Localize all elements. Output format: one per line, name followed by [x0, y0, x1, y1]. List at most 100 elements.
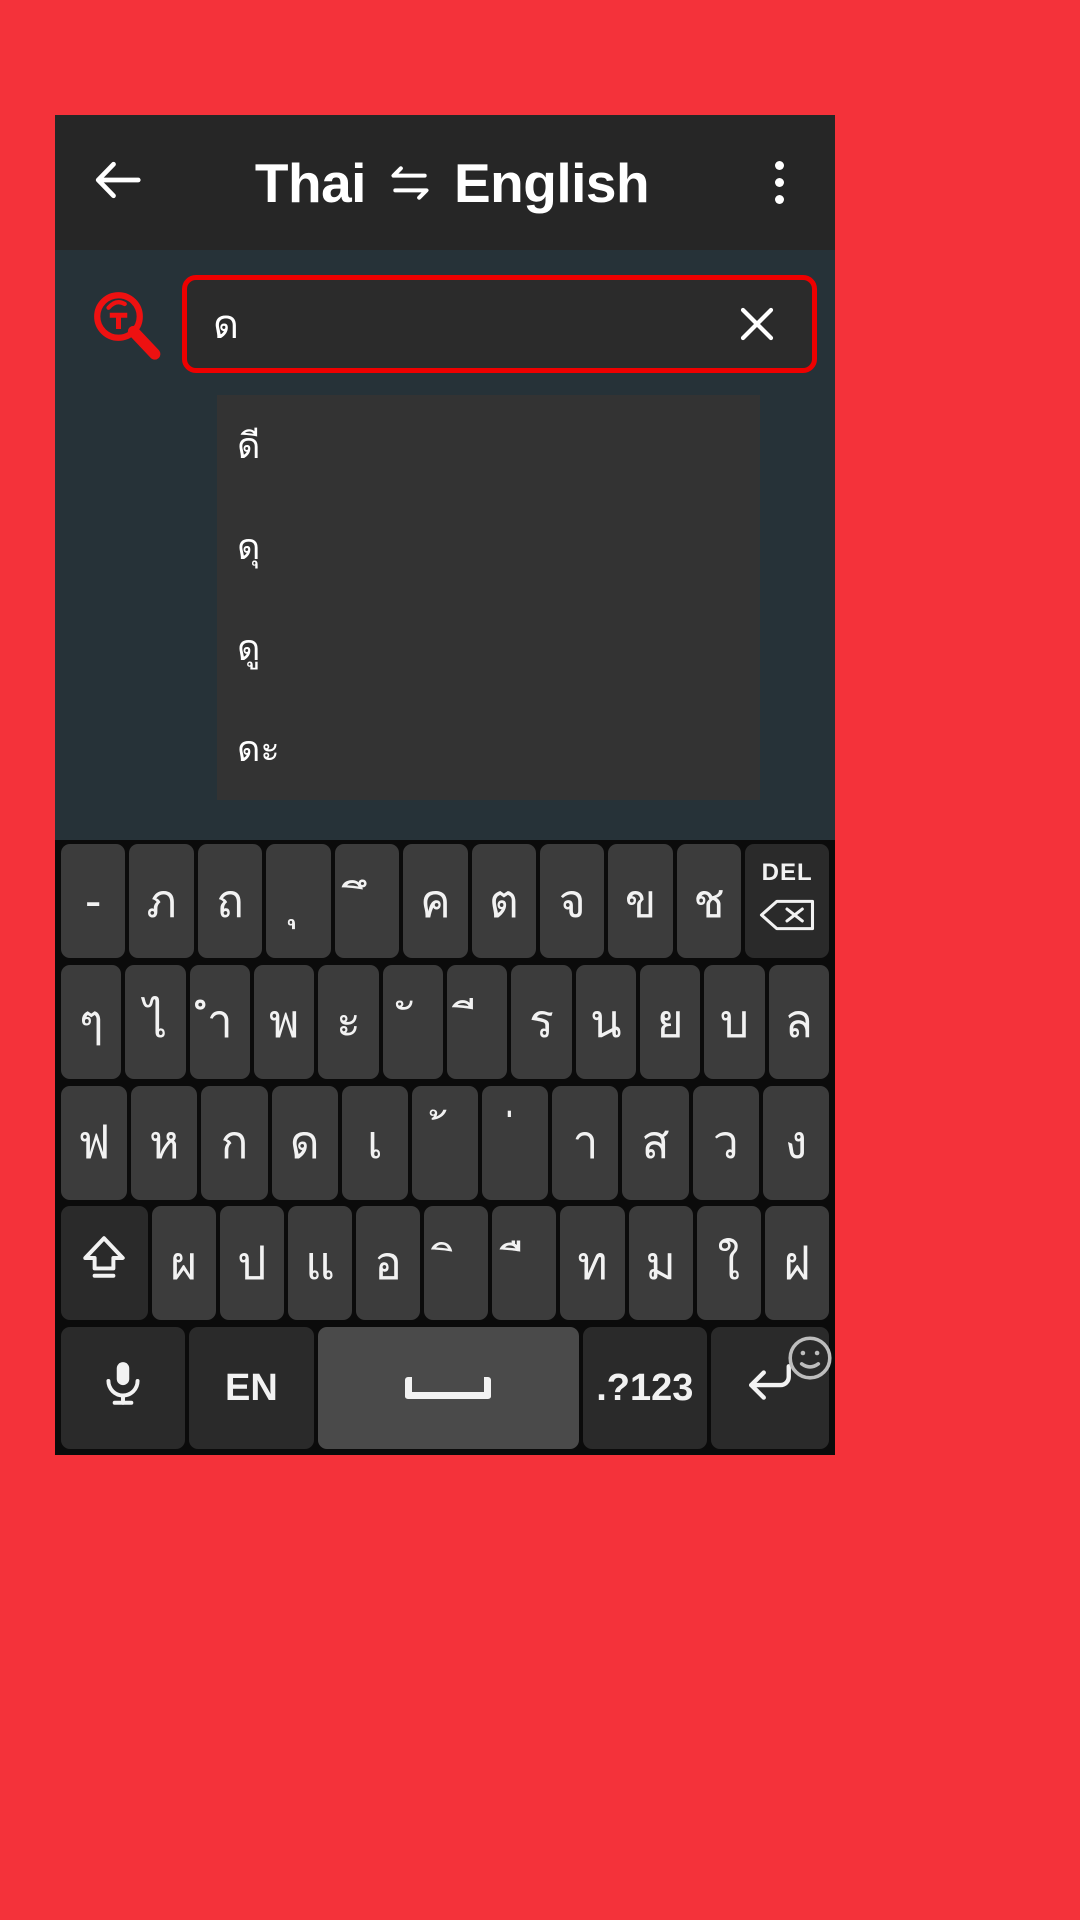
backspace-icon: [758, 889, 816, 943]
key-to-tao[interactable]: ต: [471, 844, 536, 958]
key-label: ท: [577, 1235, 608, 1290]
key-sara-ai-maimuan[interactable]: ใ: [696, 1206, 761, 1321]
key-sara-u[interactable]: ุ: [266, 844, 331, 958]
more-vertical-icon[interactable]: [749, 143, 809, 223]
key-label: ข: [624, 873, 657, 928]
key-language-switch[interactable]: EN: [189, 1327, 314, 1449]
search-row: ด: [55, 250, 835, 380]
app-bar: Thai English: [55, 115, 835, 250]
list-item[interactable]: ดะ: [217, 698, 760, 799]
on-screen-keyboard: - ภ ถ ุ ึ ค ต จ ข ช DEL: [55, 840, 835, 1455]
key-fo-fan[interactable]: ฟ: [60, 1085, 128, 1200]
key-label: ว: [712, 1115, 739, 1169]
key-ngo-ngu[interactable]: ง: [762, 1085, 830, 1200]
key-yo-yak[interactable]: ย: [639, 964, 701, 1079]
key-do-dek[interactable]: ด: [271, 1085, 338, 1200]
microphone-icon: [98, 1358, 148, 1419]
key-ro-rua[interactable]: ร: [511, 964, 572, 1079]
key-ko-kai[interactable]: ก: [201, 1085, 268, 1200]
key-voice-input[interactable]: [61, 1327, 186, 1449]
key-pho-phung[interactable]: ผ: [151, 1206, 216, 1321]
key-po-pla[interactable]: ป: [219, 1206, 284, 1321]
keyboard-row-2: ๆ ไ ำ พ ะ ั ี ร น ย บ ล: [57, 964, 833, 1079]
key-label: EN: [225, 1366, 278, 1409]
key-kho-khwai[interactable]: ค: [403, 844, 468, 958]
key-sara-ae[interactable]: แ: [287, 1206, 353, 1321]
key-so-sua[interactable]: ส: [622, 1085, 689, 1200]
key-cho-chang[interactable]: ช: [676, 844, 742, 958]
list-item[interactable]: ดุ: [217, 496, 760, 597]
thai-search-icon[interactable]: [73, 274, 178, 374]
key-lo-ling[interactable]: ล: [768, 964, 829, 1079]
emoji-icon[interactable]: [785, 1333, 832, 1380]
key-wo-waen[interactable]: ว: [692, 1085, 759, 1200]
suggestion-dropdown: ดี ดุ ดู ดะ: [217, 395, 760, 800]
search-input-field[interactable]: ด: [182, 275, 817, 373]
key-delete[interactable]: DEL: [745, 844, 829, 958]
key-sara-ai-maimalai[interactable]: ไ: [125, 964, 186, 1079]
key-label: ฝ: [783, 1235, 811, 1290]
key-pho-sampao[interactable]: ภ: [129, 844, 194, 958]
key-label: ๆ: [78, 994, 104, 1049]
key-sara-aa[interactable]: า: [552, 1085, 619, 1200]
source-language-label: Thai: [254, 151, 367, 214]
key-label: ะ: [336, 994, 361, 1049]
key-label: เ: [366, 1115, 383, 1169]
key-space[interactable]: [317, 1327, 579, 1449]
list-item[interactable]: ดี: [217, 395, 760, 496]
key-no-nu[interactable]: น: [575, 964, 636, 1079]
key-label: แ: [305, 1235, 335, 1290]
key-bo-baimai[interactable]: บ: [704, 964, 765, 1079]
key-mai-tho-upper[interactable]: ้: [411, 1085, 479, 1200]
key-fo-fa[interactable]: ฝ: [764, 1206, 829, 1321]
key-label: บ: [719, 994, 750, 1049]
list-item[interactable]: ดู: [217, 597, 760, 698]
key-sara-e[interactable]: เ: [341, 1085, 408, 1200]
key-label: น: [590, 994, 622, 1049]
arrow-left-icon: [91, 153, 145, 212]
key-label: ก: [220, 1115, 249, 1169]
key-mo-ma[interactable]: ม: [628, 1206, 693, 1321]
key-label: -: [84, 874, 102, 928]
close-icon[interactable]: [728, 295, 786, 353]
key-label: ด: [289, 1115, 320, 1169]
key-sara-ii[interactable]: ิ: [424, 1206, 489, 1321]
key-label: ห: [149, 1115, 180, 1169]
key-symbols[interactable]: .?123: [582, 1327, 707, 1449]
swap-horizontal-icon[interactable]: [388, 161, 432, 205]
key-pho-phan[interactable]: พ: [254, 964, 315, 1079]
key-label: ภ: [146, 873, 177, 928]
key-label: ไ: [143, 994, 168, 1049]
key-sara-a[interactable]: ะ: [318, 964, 379, 1079]
keyboard-row-4: ผ ป แ อ ิ ื ท ม ใ ฝ: [57, 1206, 833, 1321]
key-tho-thahan[interactable]: ท: [560, 1206, 625, 1321]
key-mai-ek[interactable]: ่: [482, 1085, 549, 1200]
key-hyphen[interactable]: -: [61, 844, 126, 958]
key-ho-hip[interactable]: ห: [131, 1085, 198, 1200]
shift-icon: [79, 1233, 129, 1294]
suggestion-label: ดะ: [237, 729, 280, 770]
key-sara-uee[interactable]: ึ: [334, 844, 400, 958]
key-tho-thung[interactable]: ถ: [197, 844, 263, 958]
key-sara-ue[interactable]: ื: [492, 1206, 557, 1321]
phone-screen: Thai English ด ดี ดุ ดู ดะ - ภ ถ ค ต จ ข…: [55, 115, 835, 1455]
key-label: .?123: [596, 1366, 694, 1409]
key-paiyannoi[interactable]: ๆ: [61, 964, 122, 1079]
key-cho-chan[interactable]: จ: [539, 844, 605, 958]
key-label: ผ: [170, 1235, 198, 1290]
key-label: ใ: [717, 1235, 741, 1290]
key-label: จ: [558, 873, 586, 928]
key-o-ang[interactable]: อ: [356, 1206, 421, 1321]
key-kho-khai[interactable]: ข: [608, 844, 673, 958]
key-shift[interactable]: [61, 1206, 148, 1321]
key-mai-tho[interactable]: ี: [447, 964, 508, 1079]
key-label: ถ: [216, 873, 244, 928]
key-sara-i[interactable]: ั: [382, 964, 443, 1079]
keyboard-row-3: ฟ ห ก ด เ ้ ่ า ส ว ง: [57, 1085, 833, 1200]
key-label: ล: [784, 994, 813, 1049]
key-sara-am[interactable]: ำ: [189, 964, 251, 1079]
keyboard-row-1: - ภ ถ ุ ึ ค ต จ ข ช DEL: [57, 844, 833, 958]
language-pair-title[interactable]: Thai English: [155, 151, 749, 215]
back-button[interactable]: [81, 146, 155, 220]
key-enter[interactable]: [710, 1327, 832, 1449]
